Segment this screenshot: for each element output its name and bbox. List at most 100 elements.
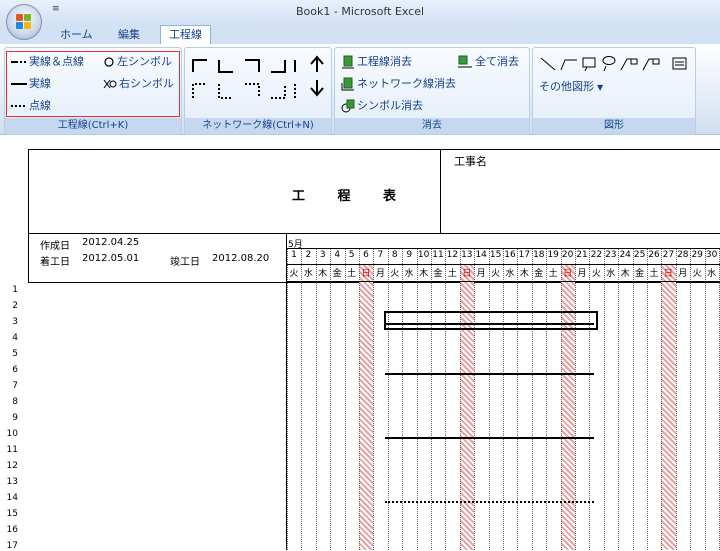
day-number: 8	[391, 250, 398, 260]
day-grid-line	[531, 248, 533, 550]
other-shapes-button[interactable]: その他図形 ▼	[539, 79, 603, 95]
day-number: 22	[590, 250, 603, 260]
header-line	[287, 248, 720, 249]
day-number: 28	[677, 250, 689, 260]
row-number[interactable]: 12	[0, 461, 18, 471]
row-number[interactable]: 1	[0, 285, 18, 295]
erase-network-button[interactable]: ネットワーク線消去	[341, 76, 456, 92]
office-logo-icon	[16, 14, 32, 30]
sunday-column	[661, 264, 676, 550]
day-number: 29	[691, 250, 703, 260]
day-grid-line	[488, 248, 490, 550]
erase-all-button[interactable]: 全て消去	[457, 54, 519, 70]
erase-network-label: ネットワーク線消去	[357, 77, 456, 90]
selected-cell-range[interactable]	[384, 311, 598, 330]
day-grid-line	[287, 248, 288, 550]
weekday: 火	[692, 269, 702, 279]
dotted-line-icon	[11, 105, 27, 107]
weekday: 金	[534, 269, 544, 279]
schedule-bar[interactable]	[385, 437, 594, 439]
tab-home[interactable]: ホーム	[56, 26, 97, 44]
erase-all-label: 全て消去	[475, 55, 519, 68]
weekday: 日	[663, 269, 673, 279]
erase-symbol-button[interactable]: シンボル消去	[341, 98, 423, 114]
day-grid-line	[704, 248, 706, 550]
office-button[interactable]	[6, 4, 42, 40]
row-number[interactable]: 10	[0, 429, 18, 439]
row-number[interactable]: 16	[0, 525, 18, 535]
day-number: 18	[533, 250, 545, 260]
solid-line-icon	[11, 83, 27, 85]
solid-dotted-line-button[interactable]: 実線＆点線	[11, 54, 84, 70]
schedule-bar[interactable]	[385, 373, 594, 375]
day-number: 9	[406, 250, 413, 260]
row-number[interactable]: 3	[0, 317, 18, 327]
solid-line-button[interactable]: 実線	[11, 76, 51, 92]
day-grid-line	[675, 248, 677, 550]
schedule-bar-dotted[interactable]	[385, 501, 594, 503]
weekday: 日	[563, 269, 573, 279]
row-number[interactable]: 2	[0, 301, 18, 311]
day-number: 26	[648, 250, 660, 260]
day-number: 12	[446, 250, 459, 260]
weekday: 火	[390, 269, 400, 279]
day-number: 13	[461, 250, 473, 260]
eraser-network-icon	[341, 77, 354, 91]
arrow-down-icon[interactable]	[310, 80, 324, 97]
day-grid-line	[330, 248, 332, 550]
weekday: 月	[577, 269, 587, 279]
day-grid-line	[359, 248, 360, 550]
header-line	[287, 281, 720, 282]
created-date: 2012.04.25	[82, 237, 140, 248]
row-number[interactable]: 8	[0, 397, 18, 407]
title-divider	[440, 149, 441, 233]
right-symbol-button[interactable]: 右シンボル	[103, 76, 174, 92]
row-number[interactable]: 5	[0, 349, 18, 359]
network-line-buttons[interactable]	[189, 54, 299, 104]
day-grid-line	[575, 248, 576, 550]
sunday-column	[560, 264, 575, 550]
day-number: 11	[432, 250, 444, 260]
row-number[interactable]: 14	[0, 493, 18, 503]
row-number[interactable]: 11	[0, 445, 18, 455]
left-symbol-button[interactable]: 左シンボル	[103, 54, 172, 70]
row-number[interactable]: 9	[0, 413, 18, 423]
project-name-label: 工事名	[454, 155, 487, 168]
arrow-buttons[interactable]	[309, 54, 325, 98]
arrow-up-icon[interactable]	[310, 55, 324, 72]
row-number[interactable]: 7	[0, 381, 18, 391]
weekday: 水	[606, 269, 616, 279]
shape-buttons[interactable]	[539, 56, 689, 72]
start-label: 着工日	[40, 257, 70, 268]
erase-line-button[interactable]: 工程線消去	[341, 54, 412, 70]
weekday: 水	[707, 269, 717, 279]
day-grid-line	[301, 248, 303, 550]
cross-circle-icon	[103, 79, 117, 89]
weekday: 月	[476, 269, 486, 279]
day-number: 1	[291, 250, 297, 260]
window-title: Book1 - Microsoft Excel	[295, 5, 425, 18]
row-number[interactable]: 6	[0, 365, 18, 375]
eraser-all-icon	[458, 55, 472, 68]
dotted-line-button[interactable]: 点線	[11, 98, 51, 114]
day-grid-line	[387, 248, 389, 550]
sunday-column	[459, 264, 475, 550]
weekday: 日	[462, 269, 472, 279]
row-number[interactable]: 15	[0, 509, 18, 519]
weekday: 月	[678, 269, 688, 279]
row-number[interactable]: 13	[0, 477, 18, 487]
day-number: 3	[319, 250, 326, 260]
row-number[interactable]: 4	[0, 333, 18, 343]
solid-line-label: 実線	[29, 77, 51, 90]
day-grid-line	[315, 248, 317, 550]
tab-edit[interactable]: 編集	[114, 26, 144, 44]
day-grid-line	[560, 248, 562, 550]
tab-schedule-line[interactable]: 工程線	[160, 25, 211, 45]
weekday: 金	[433, 269, 443, 279]
created-label: 作成日	[40, 241, 70, 252]
row-numbers: 1 2 3 4 5 6 7 8 9 10 11 12 13 14 15 16 17	[0, 145, 20, 551]
eraser-symbol-icon	[341, 99, 355, 113]
weekday: 日	[361, 269, 371, 279]
header-line	[287, 264, 720, 265]
worksheet[interactable]: 工 程 表 工事名 作成日 2012.04.25 着工日 2012.05.01 …	[0, 145, 720, 551]
